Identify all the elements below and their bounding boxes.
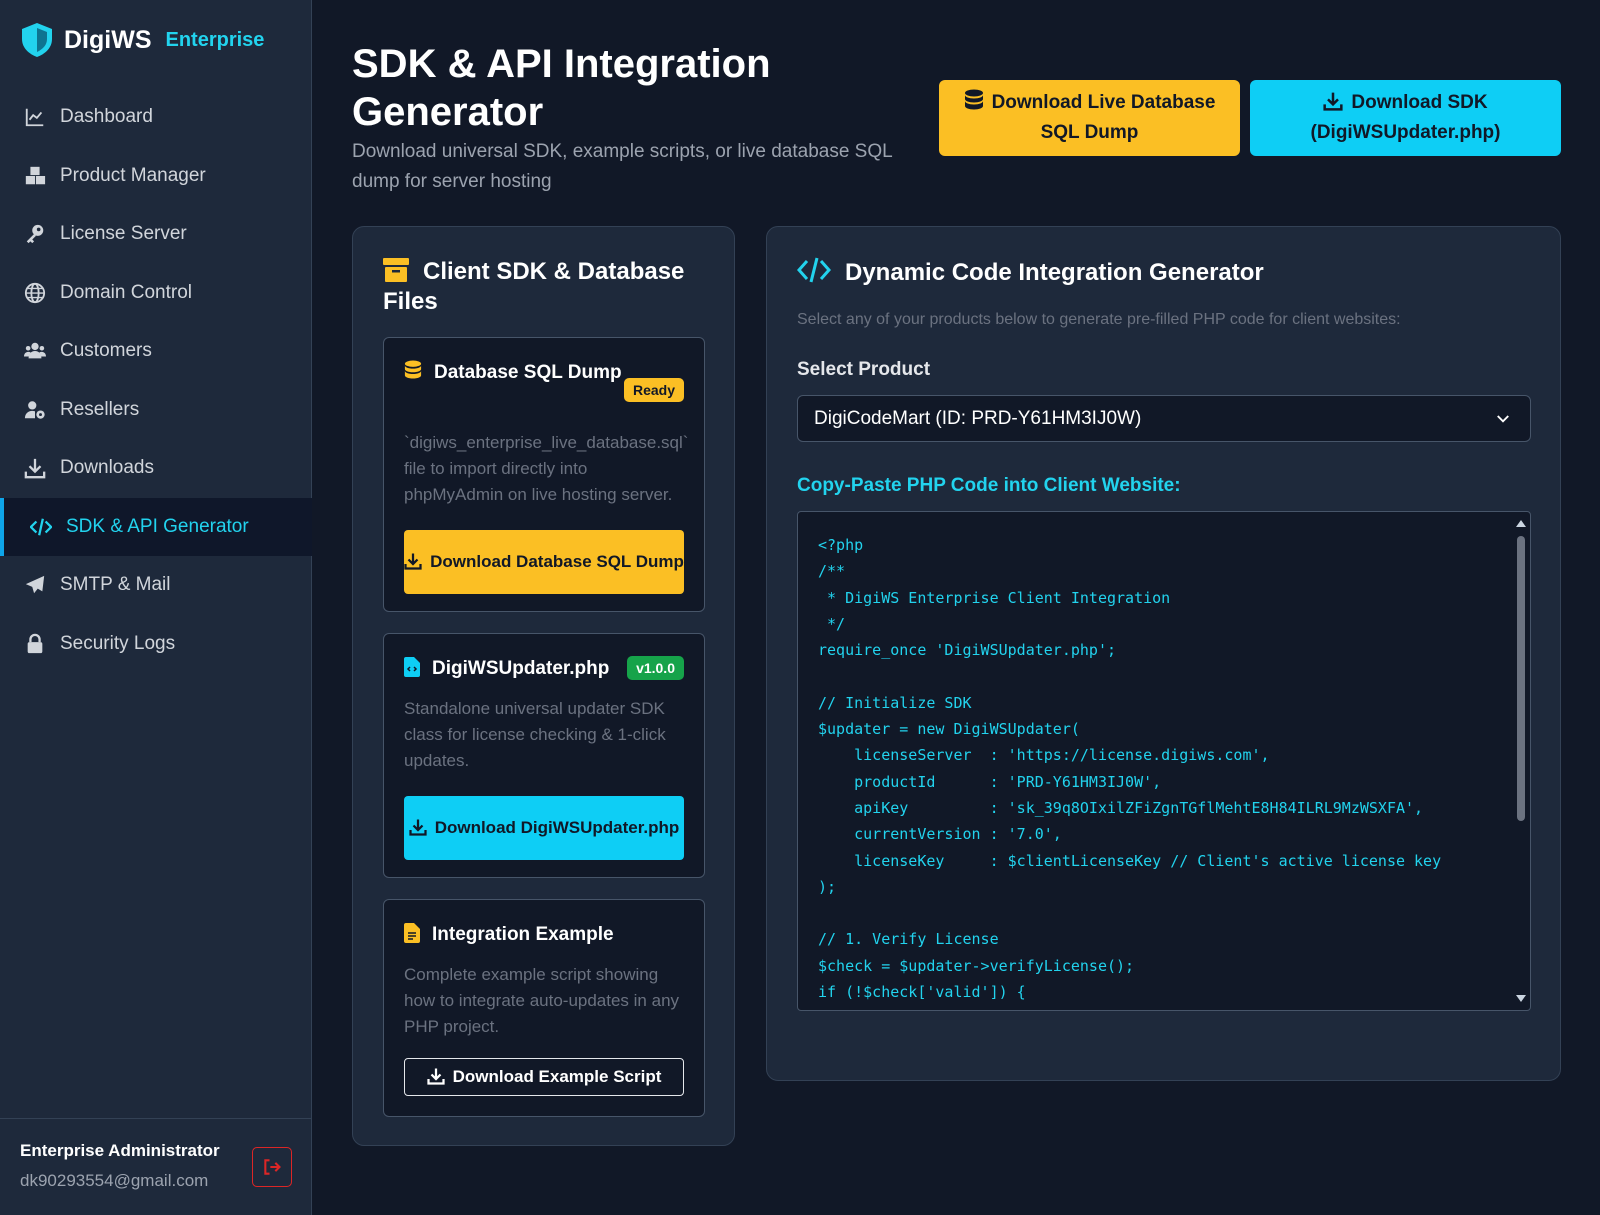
code-label: Copy-Paste PHP Code into Client Website: xyxy=(797,475,1181,496)
sidebar-item-domain-control[interactable]: Domain Control xyxy=(0,264,312,323)
download-live-db-label: Download Live Database SQL Dump xyxy=(991,92,1216,143)
user-name: Enterprise Administrator xyxy=(20,1141,220,1160)
code-block[interactable]: <?php /** * DigiWS Enterprise Client Int… xyxy=(797,511,1531,1011)
sdk-files-title: Client SDK & Database Files xyxy=(383,258,685,315)
sidebar-item-label: SMTP & Mail xyxy=(60,574,171,596)
paper-plane-icon xyxy=(25,576,45,594)
database-icon xyxy=(404,360,422,379)
product-select-value: DigiCodeMart (ID: PRD-Y61HM3IJ0W) xyxy=(814,407,1142,429)
product-select[interactable]: DigiCodeMart (ID: PRD-Y61HM3IJ0W) xyxy=(797,395,1531,442)
sidebar-item-security-logs[interactable]: Security Logs xyxy=(0,615,312,674)
chart-line-icon xyxy=(25,109,44,127)
sidebar-item-downloads[interactable]: Downloads xyxy=(0,439,312,498)
sidebar-item-label: Domain Control xyxy=(60,281,192,303)
chevron-down-icon xyxy=(1497,415,1509,423)
sdk-file-card: DigiWSUpdater.php v1.0.0 Standalone univ… xyxy=(383,633,705,878)
db-dump-card: Database SQL Dump Ready `digiws_enterpri… xyxy=(383,337,705,612)
download-icon xyxy=(1323,92,1343,111)
db-dump-desc: `digiws_enterprise_live_database.sql` fi… xyxy=(404,433,689,504)
php-code[interactable]: <?php /** * DigiWS Enterprise Client Int… xyxy=(818,532,1441,1005)
lock-icon xyxy=(27,633,43,653)
user-gear-icon xyxy=(24,401,45,419)
brand-logo[interactable]: DigiWS Enterprise xyxy=(20,22,264,58)
users-icon xyxy=(24,343,46,359)
download-example-button[interactable]: Download Example Script xyxy=(404,1058,684,1096)
status-badge: Ready xyxy=(623,378,684,402)
download-sdk-button[interactable]: Download SDK (DigiWSUpdater.php) xyxy=(1250,80,1561,156)
key-icon xyxy=(26,225,44,244)
sidebar-item-dashboard[interactable]: Dashboard xyxy=(0,88,312,147)
version-badge: v1.0.0 xyxy=(627,656,684,680)
download-sdk-file-button[interactable]: Download DigiWSUpdater.php xyxy=(404,796,684,860)
user-email: dk90293554@gmail.com xyxy=(20,1171,209,1190)
logout-button[interactable] xyxy=(252,1147,292,1187)
download-db-dump-label: Download Database SQL Dump xyxy=(430,552,684,571)
download-live-db-button[interactable]: Download Live Database SQL Dump xyxy=(939,80,1240,156)
sidebar-item-label: Security Logs xyxy=(60,632,176,654)
sidebar-item-label: Product Manager xyxy=(60,164,206,186)
file-code-icon xyxy=(404,657,420,677)
sidebar-item-product-manager[interactable]: Product Manager xyxy=(0,147,312,206)
code-generator-title: Dynamic Code Integration Generator xyxy=(797,257,1264,288)
sidebar-item-resellers[interactable]: Resellers xyxy=(0,381,312,440)
example-desc: Complete example script showing how to i… xyxy=(404,965,680,1036)
page-subtitle: Download universal SDK, example scripts,… xyxy=(352,141,892,192)
code-generator-desc: Select any of your products below to gen… xyxy=(797,311,1401,328)
download-sdk-file-label: Download DigiWSUpdater.php xyxy=(434,818,680,837)
sdk-file-title: DigiWSUpdater.php xyxy=(404,654,634,684)
download-icon xyxy=(409,819,427,836)
sidebar-item-license-server[interactable]: License Server xyxy=(0,205,312,264)
code-icon xyxy=(30,518,52,536)
file-text-icon xyxy=(404,923,420,943)
download-db-dump-button[interactable]: Download Database SQL Dump xyxy=(404,530,684,594)
scroll-thumb[interactable] xyxy=(1517,536,1525,821)
sidebar-item-label: Customers xyxy=(60,340,152,362)
example-title: Integration Example xyxy=(404,920,644,950)
scroll-down-arrow-icon[interactable] xyxy=(1516,995,1526,1002)
code-scrollbar[interactable] xyxy=(1514,516,1528,1006)
brand-name: DigiWS xyxy=(64,25,152,54)
sidebar-item-label: License Server xyxy=(60,223,187,245)
page-title: SDK & API Integration Generator xyxy=(352,42,771,134)
db-dump-title: Database SQL Dump xyxy=(404,358,644,388)
download-icon xyxy=(24,459,46,479)
download-example-label: Download Example Script xyxy=(452,1067,662,1086)
sidebar-item-label: SDK & API Generator xyxy=(66,515,249,537)
sidebar: DigiWS Enterprise Dashboard Product Mana… xyxy=(0,0,312,1215)
shield-icon xyxy=(22,23,52,57)
cubes-icon xyxy=(25,166,46,184)
sidebar-item-smtp-mail[interactable]: SMTP & Mail xyxy=(0,556,312,615)
example-card: Integration Example Complete example scr… xyxy=(383,899,705,1117)
sidebar-item-label: Dashboard xyxy=(60,106,153,128)
download-icon xyxy=(404,553,422,570)
brand-edition: Enterprise xyxy=(165,28,265,51)
database-icon xyxy=(964,89,983,110)
sidebar-nav: Dashboard Product Manager License Server… xyxy=(0,88,312,673)
archive-icon xyxy=(383,258,409,282)
code-icon xyxy=(797,257,831,283)
globe-icon xyxy=(24,282,46,303)
sdk-file-desc: Standalone universal updater SDK class f… xyxy=(404,699,666,770)
user-panel: Enterprise Administrator dk90293554@gmai… xyxy=(0,1118,312,1215)
select-product-label: Select Product xyxy=(797,359,931,380)
code-generator-card: Dynamic Code Integration Generator Selec… xyxy=(766,226,1561,1081)
sidebar-item-sdk-api-generator[interactable]: SDK & API Generator xyxy=(0,497,312,556)
logout-icon xyxy=(264,1159,281,1175)
sidebar-item-label: Downloads xyxy=(60,457,154,479)
sidebar-item-customers[interactable]: Customers xyxy=(0,322,312,381)
download-icon xyxy=(426,1068,445,1085)
sidebar-item-label: Resellers xyxy=(60,398,140,420)
sdk-files-card: Client SDK & Database Files Database SQL… xyxy=(352,226,735,1146)
scroll-up-arrow-icon[interactable] xyxy=(1516,520,1526,527)
